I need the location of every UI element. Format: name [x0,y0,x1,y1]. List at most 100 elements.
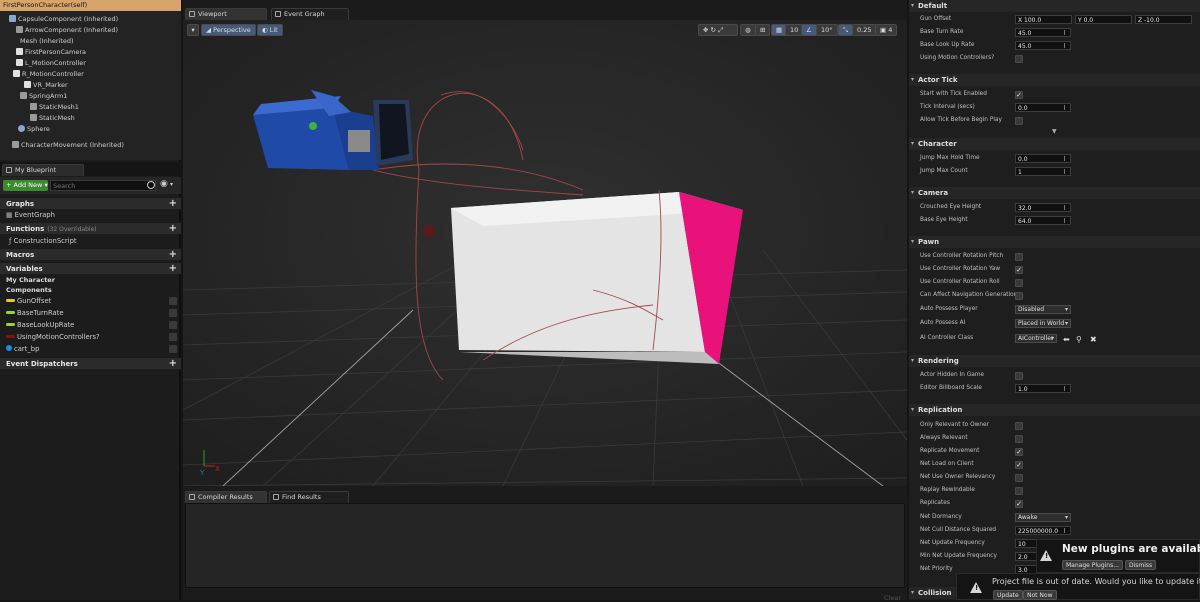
construction-script-item[interactable]: ƒ ConstructionScript [0,235,181,247]
macros-category[interactable]: Macros + [0,248,181,260]
category-character[interactable]: Character [909,138,1200,150]
net-dormancy-select[interactable]: Awake [1015,513,1071,522]
tick-interval-field[interactable]: 0.0 [1015,103,1071,112]
add-icon[interactable]: + [169,263,177,275]
component-item[interactable]: L_MotionController [0,58,181,69]
add-icon[interactable]: + [169,223,177,235]
component-item[interactable]: CapsuleComponent (Inherited) [0,14,181,25]
net-use-owner-checkbox[interactable] [1015,474,1023,482]
jump-max-hold-field[interactable]: 0.0 [1015,154,1071,163]
tab-my-blueprint[interactable]: My Blueprint [2,164,84,176]
dismiss-button[interactable]: Dismiss [1125,560,1157,570]
add-new-button[interactable]: + Add New ▾ [3,180,48,191]
start-with-tick-checkbox[interactable]: ✓ [1015,91,1023,99]
component-item[interactable]: StaticMesh [0,113,181,124]
not-now-button[interactable]: Not Now [1023,590,1057,600]
component-item[interactable]: Sphere [0,124,181,135]
component-item[interactable]: Mesh (Inherited) [0,36,181,47]
graphs-category[interactable]: Graphs + [0,197,181,209]
camera-speed-button[interactable]: ▣ 4 [875,24,898,36]
category-replication[interactable]: Replication [909,404,1200,416]
component-item[interactable]: ArrowComponent (Inherited) [0,25,181,36]
tab-event-graph[interactable]: Event Graph [271,8,349,20]
can-affect-nav-checkbox[interactable] [1015,292,1023,300]
component-item[interactable]: VR_Marker [0,80,181,91]
world-local-toggle[interactable]: ◍ [740,24,756,36]
variables-category[interactable]: Variables + [0,262,181,274]
visibility-toggle[interactable] [169,345,177,353]
search-icon[interactable] [147,181,155,189]
allow-tick-checkbox[interactable] [1015,117,1023,125]
net-cull-field[interactable]: 225000000.0 [1015,526,1071,535]
rotation-snap-button[interactable]: ∠ [801,24,817,36]
use-selected-icon[interactable]: ⬅ [1063,333,1070,346]
category-actor-tick[interactable]: Actor Tick [909,74,1200,86]
tab-find-results[interactable]: Find Results [269,491,349,503]
functions-category[interactable]: Functions (32 Overridable) + [0,222,181,234]
viewport-options-button[interactable]: ▾ [187,24,199,36]
tab-compiler-results[interactable]: Compiler Results [185,491,267,503]
category-camera[interactable]: Camera [909,187,1200,199]
use-yaw-checkbox[interactable]: ✓ [1015,266,1023,274]
component-item[interactable]: SpringArm1 [0,91,181,102]
variable-item[interactable]: BaseLookUpRate [0,319,181,331]
eye-icon[interactable]: ◉ [160,179,168,189]
gun-offset-x-field[interactable]: X 100.0 [1015,15,1072,24]
manage-plugins-button[interactable]: Manage Plugins... [1062,560,1123,570]
crouched-eye-field[interactable]: 32.0 [1015,203,1071,212]
actor-hidden-checkbox[interactable] [1015,372,1023,380]
expand-advanced-icon[interactable]: ▼ [1052,128,1057,135]
add-icon[interactable]: + [169,249,177,261]
visibility-toggle[interactable] [169,321,177,329]
viewport[interactable]: Y X ▾ ◢ Perspective ◐ Lit ✥ ↻ ⤢ ◍ ⊞ ▦ 10… [183,20,907,486]
category-rendering[interactable]: Rendering [909,355,1200,367]
update-button[interactable]: Update [993,590,1023,600]
variable-item[interactable]: UsingMotionControllers? [0,331,181,343]
component-item[interactable]: FirstPersonCharacter(self) [0,0,181,11]
tab-viewport[interactable]: Viewport [185,8,267,20]
component-item[interactable]: StaticMesh1 [0,102,181,113]
clear-icon[interactable]: ✖ [1090,333,1097,346]
category-default[interactable]: Default [909,0,1200,12]
browse-icon[interactable]: ⚲ [1076,333,1082,346]
component-item[interactable]: CharacterMovement (Inherited) [0,140,181,151]
billboard-scale-field[interactable]: 1.0 [1015,384,1071,393]
auto-possess-player-select[interactable]: Disabled [1015,305,1071,314]
clear-button[interactable]: Clear [884,594,901,602]
scale-snap-value[interactable]: 0.25 [852,24,877,36]
variable-item[interactable]: cart_bp [0,343,181,355]
visibility-toggle[interactable] [169,333,177,341]
blueprint-search-input[interactable] [50,180,156,191]
event-graph-item[interactable]: ▦ EventGraph [0,209,181,221]
jump-max-count-field[interactable]: 1 [1015,167,1071,176]
always-relevant-checkbox[interactable] [1015,435,1023,443]
only-relevant-checkbox[interactable] [1015,422,1023,430]
surface-snap-toggle[interactable]: ⊞ [755,24,771,36]
visibility-toggle[interactable] [169,297,177,305]
event-dispatchers-category[interactable]: Event Dispatchers + [0,357,181,369]
add-icon[interactable]: + [169,358,177,370]
base-turn-rate-field[interactable]: 45.0 [1015,28,1071,37]
lit-button[interactable]: ◐ Lit [257,24,283,36]
replay-rewindable-checkbox[interactable] [1015,487,1023,495]
auto-possess-ai-select[interactable]: Placed in World [1015,319,1071,328]
using-motion-controllers-checkbox[interactable] [1015,55,1023,63]
component-item[interactable]: R_MotionController [0,69,181,80]
net-load-checkbox[interactable]: ✓ [1015,461,1023,469]
perspective-button[interactable]: ◢ Perspective [201,24,256,36]
base-look-up-rate-field[interactable]: 45.0 [1015,41,1071,50]
ai-controller-class-select[interactable]: AIController [1015,334,1057,343]
base-eye-field[interactable]: 64.0 [1015,216,1071,225]
variable-item[interactable]: GunOffset [0,295,181,307]
scale-snap-button[interactable]: ⤡ [838,24,854,36]
gun-offset-y-field[interactable]: Y 0.0 [1075,15,1132,24]
variable-item[interactable]: BaseTurnRate [0,307,181,319]
rotation-snap-value[interactable]: 10° [816,24,838,36]
use-roll-checkbox[interactable] [1015,279,1023,287]
use-pitch-checkbox[interactable] [1015,253,1023,261]
replicates-checkbox[interactable]: ✓ [1015,500,1023,508]
visibility-toggle[interactable] [169,309,177,317]
category-pawn[interactable]: Pawn [909,236,1200,248]
component-item[interactable]: FirstPersonCamera [0,47,181,58]
transform-tools[interactable]: ✥ ↻ ⤢ [698,24,738,36]
